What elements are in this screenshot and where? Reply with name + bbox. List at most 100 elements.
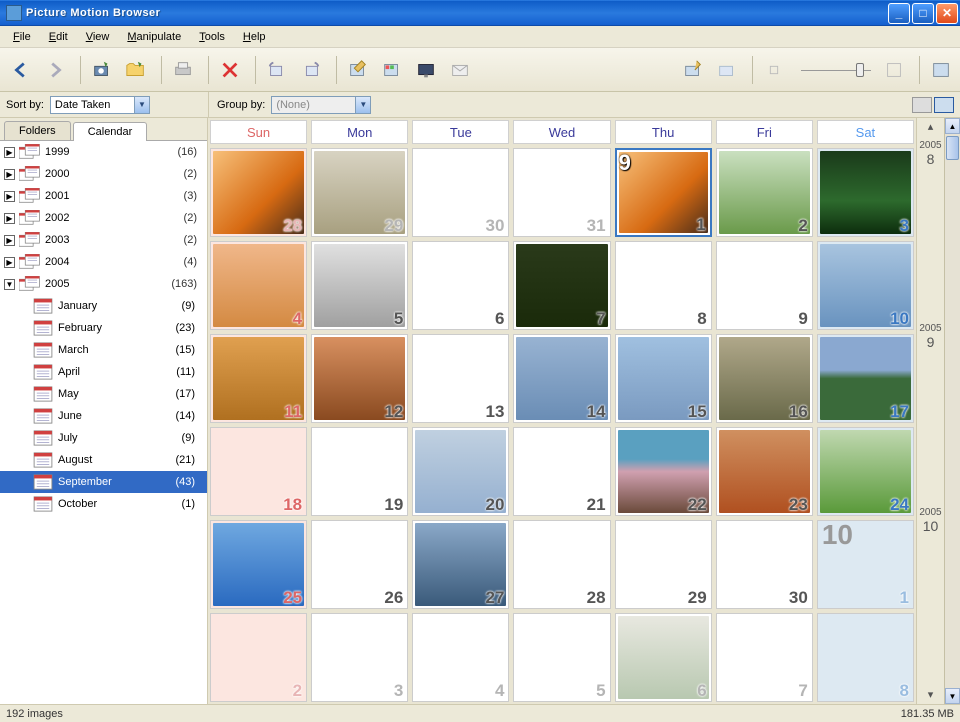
strip-segment[interactable]: 20058 (919, 136, 941, 319)
calendar-cell[interactable]: 4 (412, 613, 509, 702)
scroll-down-button[interactable]: ▼ (945, 688, 960, 704)
year-2002[interactable]: ▶2002(2) (0, 207, 207, 229)
calendar-cell[interactable]: 16 (716, 334, 813, 423)
calendar-cell[interactable]: 6 (615, 613, 712, 702)
year-2001[interactable]: ▶2001(3) (0, 185, 207, 207)
month-february[interactable]: February(23) (0, 317, 207, 339)
calendar-cell[interactable]: 30 (412, 148, 509, 237)
calendar-cell[interactable]: 9 (716, 241, 813, 330)
calendar-cell[interactable]: 101 (817, 520, 914, 609)
menu-manipulate[interactable]: Manipulate (118, 29, 190, 45)
calendar-cell[interactable]: 8 (817, 613, 914, 702)
fullscreen-button[interactable] (926, 55, 956, 85)
year-2004[interactable]: ▶2004(4) (0, 251, 207, 273)
back-button[interactable] (6, 55, 36, 85)
year-2000[interactable]: ▶2000(2) (0, 163, 207, 185)
filter-button[interactable] (712, 55, 742, 85)
expand-icon[interactable]: ▶ (4, 147, 15, 158)
sort-by-combo[interactable]: Date Taken▼ (50, 96, 150, 114)
calendar-cell[interactable]: 6 (412, 241, 509, 330)
zoom-out-button[interactable] (759, 55, 789, 85)
rotate-right-button[interactable] (296, 55, 326, 85)
calendar-cell[interactable]: 5 (513, 613, 610, 702)
group-by-combo[interactable]: (None)▼ (271, 96, 371, 114)
delete-button[interactable] (215, 55, 245, 85)
minimize-button[interactable]: _ (888, 3, 910, 24)
calendar-cell[interactable]: 26 (311, 520, 408, 609)
view-list-button[interactable] (912, 97, 932, 113)
calendar-cell[interactable]: 24 (817, 427, 914, 516)
calendar-cell[interactable]: 28 (210, 148, 307, 237)
calendar-cell[interactable]: 17 (817, 334, 914, 423)
open-folder-button[interactable] (121, 55, 151, 85)
expand-icon[interactable]: ▼ (4, 279, 15, 290)
calendar-cell[interactable]: 4 (210, 241, 307, 330)
calendar-cell[interactable]: 29 (615, 520, 712, 609)
calendar-cell[interactable]: 13 (412, 334, 509, 423)
expand-icon[interactable]: ▶ (4, 235, 15, 246)
calendar-cell[interactable]: 7 (513, 241, 610, 330)
month-strip[interactable]: ▴ 2005820059200510 ▾ (916, 118, 944, 704)
expand-icon[interactable]: ▶ (4, 213, 15, 224)
calendar-cell[interactable]: 3 (311, 613, 408, 702)
month-september[interactable]: September(43) (0, 471, 207, 493)
month-august[interactable]: August(21) (0, 449, 207, 471)
print-button[interactable] (168, 55, 198, 85)
close-button[interactable]: ✕ (936, 3, 958, 24)
calendar-cell[interactable]: 8 (615, 241, 712, 330)
month-april[interactable]: April(11) (0, 361, 207, 383)
edit-button[interactable] (343, 55, 373, 85)
expand-icon[interactable]: ▶ (4, 191, 15, 202)
menu-tools[interactable]: Tools (190, 29, 234, 45)
calendar-cell[interactable]: 91 (615, 148, 712, 237)
view-calendar-button[interactable] (934, 97, 954, 113)
calendar-cell[interactable]: 31 (513, 148, 610, 237)
year-2003[interactable]: ▶2003(2) (0, 229, 207, 251)
zoom-in-button[interactable] (879, 55, 909, 85)
maximize-button[interactable]: □ (912, 3, 934, 24)
tab-folders[interactable]: Folders (4, 121, 71, 140)
email-button[interactable] (445, 55, 475, 85)
scroll-up-button[interactable]: ▲ (945, 118, 960, 134)
calendar-cell[interactable]: 28 (513, 520, 610, 609)
slideshow-button[interactable] (411, 55, 441, 85)
month-june[interactable]: June(14) (0, 405, 207, 427)
month-july[interactable]: July(9) (0, 427, 207, 449)
calendar-cell[interactable]: 3 (817, 148, 914, 237)
colorize-button[interactable] (377, 55, 407, 85)
calendar-cell[interactable]: 12 (311, 334, 408, 423)
calendar-cell[interactable]: 14 (513, 334, 610, 423)
tab-calendar[interactable]: Calendar (73, 122, 148, 141)
calendar-cell[interactable]: 5 (311, 241, 408, 330)
calendar-cell[interactable]: 22 (615, 427, 712, 516)
tag-button[interactable] (678, 55, 708, 85)
calendar-cell[interactable]: 10 (817, 241, 914, 330)
month-march[interactable]: March(15) (0, 339, 207, 361)
strip-segment[interactable]: 200510 (919, 503, 941, 686)
calendar-cell[interactable]: 2 (716, 148, 813, 237)
expand-icon[interactable]: ▶ (4, 169, 15, 180)
import-button[interactable] (87, 55, 117, 85)
year-2005[interactable]: ▼2005(163) (0, 273, 207, 295)
strip-up-button[interactable]: ▴ (928, 118, 934, 136)
scroll-thumb[interactable] (946, 136, 959, 160)
calendar-cell[interactable]: 19 (311, 427, 408, 516)
calendar-cell[interactable]: 7 (716, 613, 813, 702)
calendar-cell[interactable]: 27 (412, 520, 509, 609)
calendar-cell[interactable]: 15 (615, 334, 712, 423)
menu-help[interactable]: Help (234, 29, 275, 45)
calendar-cell[interactable]: 2 (210, 613, 307, 702)
calendar-cell[interactable]: 25 (210, 520, 307, 609)
year-1999[interactable]: ▶1999(16) (0, 141, 207, 163)
strip-down-button[interactable]: ▾ (928, 686, 934, 704)
month-october[interactable]: October(1) (0, 493, 207, 515)
forward-button[interactable] (40, 55, 70, 85)
scrollbar[interactable]: ▲ ▼ (944, 118, 960, 704)
calendar-cell[interactable]: 30 (716, 520, 813, 609)
calendar-cell[interactable]: 21 (513, 427, 610, 516)
calendar-cell[interactable]: 29 (311, 148, 408, 237)
month-may[interactable]: May(17) (0, 383, 207, 405)
expand-icon[interactable]: ▶ (4, 257, 15, 268)
strip-segment[interactable]: 20059 (919, 319, 941, 502)
zoom-slider[interactable] (801, 67, 871, 73)
